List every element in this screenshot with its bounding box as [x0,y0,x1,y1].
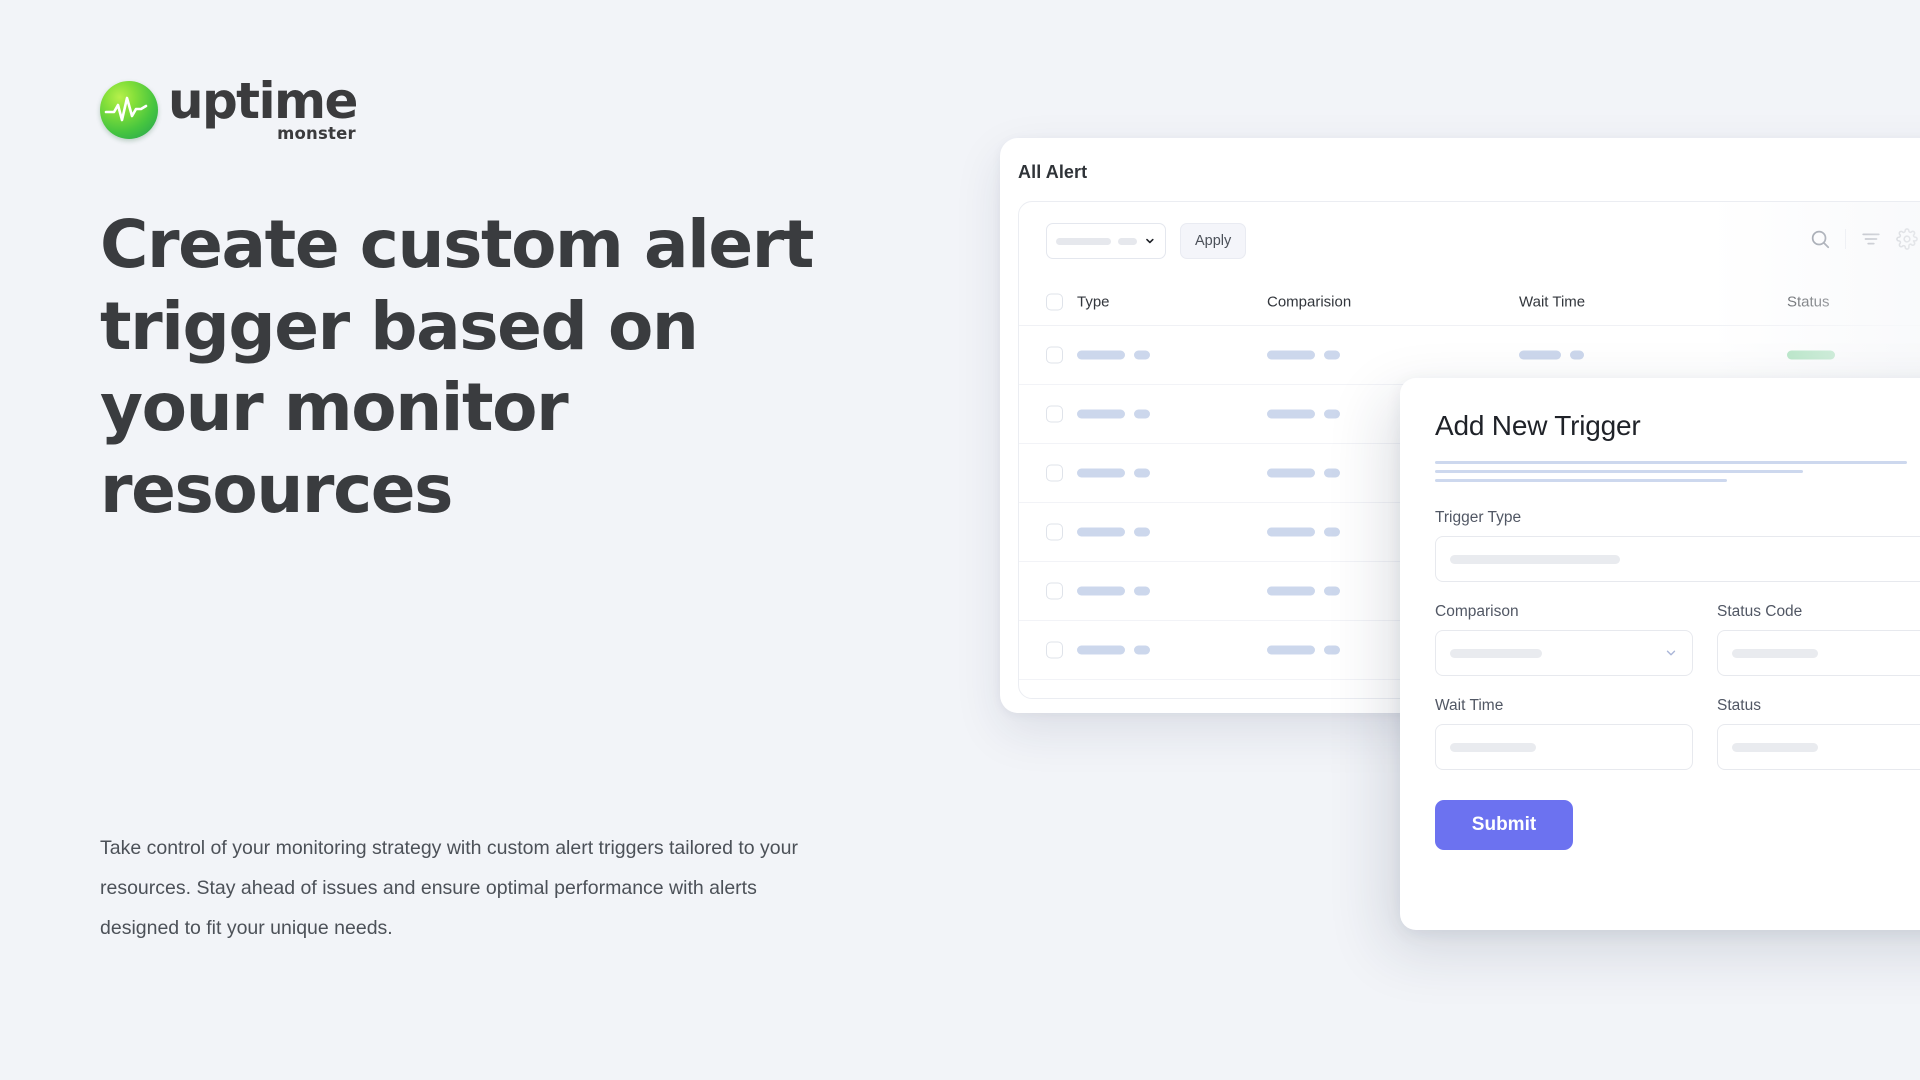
search-icon[interactable] [1809,228,1831,250]
brand-logo[interactable]: uptime monster [100,72,880,144]
label-status: Status [1717,697,1761,714]
cell-comparision [1267,527,1340,537]
field-row-wait-time-status: Wait Time Status [1435,697,1920,770]
cell-comparision [1267,645,1340,655]
landing-page: uptime monster Create custom alert trigg… [0,0,1920,1080]
trigger-type-placeholder-skeleton [1450,554,1620,564]
label-comparison: Comparison [1435,603,1519,620]
cell-type [1077,586,1150,596]
column-header-type: Type [1077,293,1110,310]
table-header-row: Type Comparision Wait Time Status + [1019,278,1920,326]
row-checkbox[interactable] [1046,346,1063,364]
column-header-comparision: Comparision [1267,293,1352,310]
filter-select[interactable] [1046,223,1166,259]
hero-paragraph: Take control of your monitoring strategy… [100,837,798,939]
row-checkbox[interactable] [1046,405,1063,423]
pulse-circle-icon [100,81,158,139]
skeleton-line [1435,461,1907,464]
cell-comparision [1267,468,1340,478]
cell-type [1077,350,1150,360]
status-code-placeholder-skeleton [1732,648,1818,658]
cell-comparision [1267,409,1340,419]
cell-type [1077,645,1150,655]
modal-description-skeleton [1435,461,1920,482]
gear-icon[interactable] [1896,228,1918,250]
filter-icon[interactable] [1860,228,1882,250]
toolbar-divider [1845,229,1846,249]
field-group-comparison: Comparison [1435,603,1693,676]
hero-left-column: uptime monster Create custom alert trigg… [100,72,880,530]
chevron-down-icon [1146,238,1154,244]
brand-name-primary: uptime [168,72,358,131]
cell-type [1077,468,1150,478]
cell-status [1787,350,1835,360]
page-title: Create custom alert trigger based on you… [100,206,814,528]
skeleton-line [1435,470,1803,473]
modal-title: Add New Trigger [1435,410,1641,441]
cell-wait-time [1519,350,1584,360]
cell-type [1077,527,1150,537]
comparison-placeholder-skeleton [1450,648,1542,658]
wait-time-placeholder-skeleton [1450,742,1536,752]
all-alert-title: All Alert [1018,162,1088,182]
label-wait-time: Wait Time [1435,697,1504,714]
field-group-trigger-type: Trigger Type [1435,509,1920,582]
comparison-select[interactable] [1435,630,1693,676]
row-checkbox[interactable] [1046,641,1063,659]
toolbar-actions: + [1809,222,1920,256]
submit-button[interactable]: Submit [1435,800,1573,850]
status-select[interactable] [1717,724,1920,770]
status-placeholder-skeleton [1732,742,1818,752]
wait-time-input[interactable] [1435,724,1693,770]
cell-type [1077,409,1150,419]
row-checkbox[interactable] [1046,523,1063,541]
trigger-form: Trigger Type Comparison Status Code Wait… [1435,509,1920,850]
cell-comparision [1267,586,1340,596]
label-trigger-type: Trigger Type [1435,509,1522,526]
filter-select-skeleton-primary [1056,237,1111,245]
row-checkbox[interactable] [1046,464,1063,482]
trigger-type-select[interactable] [1435,536,1920,582]
column-header-wait-time: Wait Time [1519,293,1586,310]
brand-name-secondary: monster [277,124,356,144]
select-all-checkbox[interactable] [1046,293,1063,310]
brand-wordmark: uptime monster [168,72,358,144]
field-group-status: Status [1717,697,1920,770]
field-row-comparison-status-code: Comparison Status Code [1435,603,1920,676]
alert-toolbar: Apply + [1019,202,1920,278]
skeleton-line [1435,479,1727,482]
column-header-status: Status [1787,293,1830,310]
filter-select-skeleton-secondary [1117,237,1138,245]
chevron-down-icon [1666,650,1676,656]
label-status-code: Status Code [1717,603,1803,620]
add-new-trigger-modal: Add New Trigger Trigger Type Comparison [1400,378,1920,930]
apply-button[interactable]: Apply [1180,223,1247,259]
field-group-status-code: Status Code [1717,603,1920,676]
status-code-input[interactable] [1717,630,1920,676]
table-row[interactable] [1019,326,1920,385]
cell-comparision [1267,350,1340,360]
field-group-wait-time: Wait Time [1435,697,1693,770]
row-checkbox[interactable] [1046,582,1063,600]
